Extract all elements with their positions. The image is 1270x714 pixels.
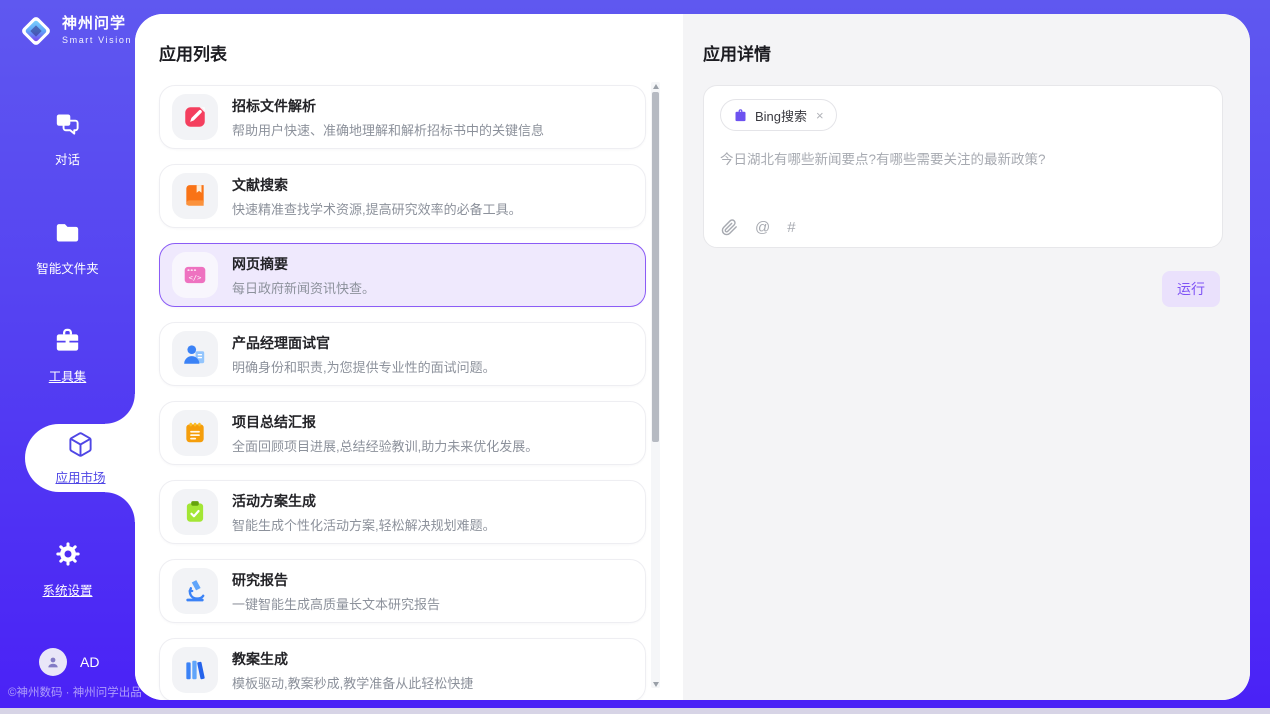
app-desc: 一键智能生成高质量长文本研究报告 [232,594,440,613]
briefcase-icon [733,108,748,123]
app-title: 招标文件解析 [232,96,544,116]
sidebar-item-label: 应用市场 [13,467,148,486]
sidebar-item-app-market[interactable]: 应用市场 [25,424,135,492]
hash-tag-icon[interactable]: # [787,220,795,235]
app-title: 文献搜索 [232,175,522,195]
list-item-webpage-summary[interactable]: </> 网页摘要 每日政府新闻资讯快查。 [159,243,646,307]
brand-logo: 神州问学 Smart Vision [16,11,132,51]
scroll-up-arrow[interactable] [651,82,660,90]
app-list-panel: 应用列表 招标文件解析 帮助用户快速、准确地理解和解析招标书中的关键信息 [135,14,683,700]
cube-icon [67,431,94,458]
app-title: 产品经理面试官 [232,333,496,353]
webpage-code-icon: </> [172,252,218,298]
brand-subtitle: Smart Vision [62,36,132,46]
scrollbar-thumb[interactable] [652,92,659,442]
scroll-down-arrow[interactable] [651,680,660,688]
at-mention-icon[interactable]: @ [755,220,770,235]
report-note-icon [172,410,218,456]
sidebar-item-label: 系统设置 [0,580,135,599]
sidebar: 神州问学 Smart Vision 对话 智能文件夹 工具集 [0,0,135,714]
copyright-text: ©神州数码 · 神州问学出品 [8,684,142,700]
list-item-event-plan[interactable]: 活动方案生成 智能生成个性化活动方案,轻松解决规划难题。 [159,480,646,544]
list-item-research-report[interactable]: 研究报告 一键智能生成高质量长文本研究报告 [159,559,646,623]
list-item-lesson-plan[interactable]: 教案生成 模板驱动,教案秒成,教学准备从此轻松快捷 [159,638,646,700]
app-title: 教案生成 [232,649,473,669]
sidebar-item-toolset[interactable]: 工具集 [0,327,135,385]
close-icon[interactable]: × [816,108,824,123]
person-icon [45,654,61,670]
bottom-edge-strip [0,708,1270,714]
app-detail-panel: 应用详情 Bing搜索 × 今日湖北有哪些新闻要点?有哪些需要关注的最新政策? … [683,14,1250,700]
app-list-title: 应用列表 [159,40,683,65]
prompt-text[interactable]: 今日湖北有哪些新闻要点?有哪些需要关注的最新政策? [720,148,1206,168]
diamond-logo-icon [16,11,56,51]
main-content: 应用列表 招标文件解析 帮助用户快速、准确地理解和解析招标书中的关键信息 [135,14,1250,700]
svg-text:</>: </> [189,273,202,282]
app-desc: 快速精准查找学术资源,提高研究效率的必备工具。 [232,199,522,218]
tool-tag-bing-search[interactable]: Bing搜索 × [720,99,837,131]
clipboard-check-icon [172,489,218,535]
avatar [39,648,67,676]
app-desc: 模板驱动,教案秒成,教学准备从此轻松快捷 [232,673,473,692]
sidebar-item-label: 智能文件夹 [0,258,135,277]
edit-doc-icon [172,94,218,140]
folder-icon [54,219,81,246]
user-initials: AD [80,654,99,670]
app-desc: 明确身份和职责,为您提供专业性的面试问题。 [232,357,496,376]
sidebar-item-chat[interactable]: 对话 [0,110,135,168]
app-desc: 帮助用户快速、准确地理解和解析招标书中的关键信息 [232,120,544,139]
interviewer-icon [172,331,218,377]
sidebar-item-label: 对话 [0,149,135,168]
sidebar-item-label: 工具集 [0,366,135,385]
chat-icon [54,110,81,137]
prompt-card[interactable]: Bing搜索 × 今日湖北有哪些新闻要点?有哪些需要关注的最新政策? @ # [703,85,1223,248]
brand-name: 神州问学 [62,16,132,33]
app-desc: 全面回顾项目进展,总结经验教训,助力未来优化发展。 [232,436,538,455]
book-icon [172,173,218,219]
app-title: 研究报告 [232,570,440,590]
user-account[interactable]: AD [39,648,99,676]
books-icon [172,647,218,693]
paperclip-icon[interactable] [721,219,738,236]
list-item-project-summary[interactable]: 项目总结汇报 全面回顾项目进展,总结经验教训,助力未来优化发展。 [159,401,646,465]
app-desc: 每日政府新闻资讯快查。 [232,278,375,297]
list-item-pm-interviewer[interactable]: 产品经理面试官 明确身份和职责,为您提供专业性的面试问题。 [159,322,646,386]
microscope-icon [172,568,218,614]
app-list-scrollbar[interactable] [651,82,660,688]
app-title: 网页摘要 [232,254,375,274]
sidebar-item-settings[interactable]: 系统设置 [0,540,135,599]
app-list: 招标文件解析 帮助用户快速、准确地理解和解析招标书中的关键信息 文献搜索 快速精… [159,85,646,700]
app-title: 项目总结汇报 [232,412,538,432]
tool-tag-label: Bing搜索 [755,106,807,125]
toolbox-icon [54,327,81,354]
list-item-literature-search[interactable]: 文献搜索 快速精准查找学术资源,提高研究效率的必备工具。 [159,164,646,228]
gear-icon [54,540,82,568]
app-title: 活动方案生成 [232,491,496,511]
sidebar-item-smart-folder[interactable]: 智能文件夹 [0,219,135,277]
run-button[interactable]: 运行 [1162,271,1220,307]
app-desc: 智能生成个性化活动方案,轻松解决规划难题。 [232,515,496,534]
list-item-bid-parsing[interactable]: 招标文件解析 帮助用户快速、准确地理解和解析招标书中的关键信息 [159,85,646,149]
attach-toolbar: @ # [721,219,796,236]
app-detail-title: 应用详情 [703,40,1250,65]
